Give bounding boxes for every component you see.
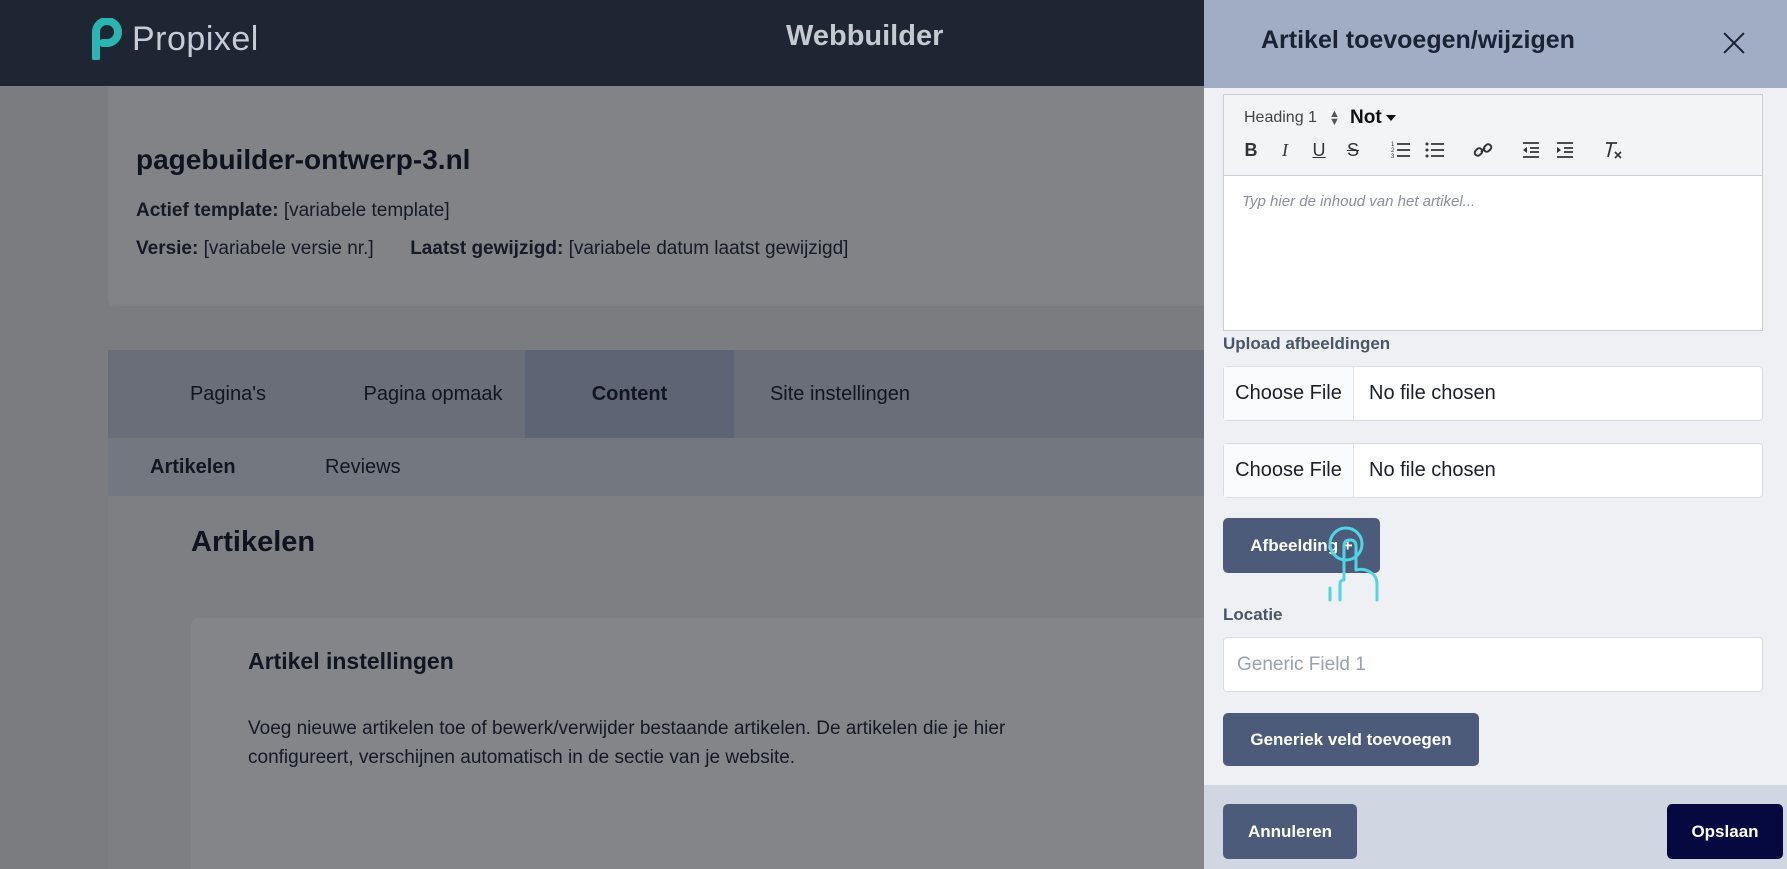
location-label: Locatie [1223,605,1283,624]
generic-field-input[interactable] [1223,637,1763,692]
subtab-artikelen[interactable]: Artikelen [150,438,236,496]
main-tabs: Pagina's Pagina opmaak Content Site inst… [108,350,1208,438]
choose-file-button-2[interactable]: Choose File [1224,444,1354,497]
article-side-panel: Artikel toevoegen/wijzigen Heading 1 ▲ ▼ … [1204,0,1787,869]
app-title: Webbuilder [786,20,944,52]
modified-value: [variabele datum laatst gewijzigd] [568,238,849,259]
sub-tabs: Artikelen Reviews [108,438,1208,496]
logo-icon [90,17,124,62]
outdent-icon[interactable] [1520,139,1542,161]
file-status-1: No file chosen [1369,382,1496,404]
section-heading: Artikelen [191,526,316,558]
add-image-button[interactable]: Afbeelding + [1223,518,1380,573]
upload-label: Upload afbeeldingen [1223,334,1391,353]
propixel-logo[interactable]: Propixel [90,17,259,62]
save-button[interactable]: Opslaan [1667,804,1783,859]
indent-icon[interactable] [1554,139,1576,161]
template-info: Actief template: [variabele template] [136,200,450,222]
link-icon[interactable] [1472,139,1494,161]
template-label: Actief template: [136,200,279,221]
heading-select[interactable]: Heading 1 ▲ ▼ [1244,108,1340,128]
font-select[interactable]: Not [1350,107,1396,129]
tab-content[interactable]: Content [525,350,734,438]
add-generic-field-button[interactable]: Generiek veld toevoegen [1223,713,1479,766]
rich-text-editor: Heading 1 ▲ ▼ Not B I U S 123 Typ hier d… [1223,94,1763,331]
clear-format-icon[interactable] [1602,139,1624,161]
bold-icon[interactable]: B [1240,139,1262,161]
caret-down-icon [1385,115,1396,121]
bullet-list-icon[interactable] [1424,139,1446,161]
version-info: Versie: [variabele versie nr.] Laatst ge… [136,238,848,260]
strikethrough-icon[interactable]: S [1342,139,1364,161]
site-title: pagebuilder-ontwerp-3.nl [136,144,471,175]
version-value: [variabele versie nr.] [203,238,374,259]
panel-header: Artikel toevoegen/wijzigen [1204,0,1787,88]
font-select-value: Not [1350,107,1382,128]
tab-paginas[interactable]: Pagina's [153,350,303,438]
file-status-2: No file chosen [1369,459,1496,481]
heading-select-value: Heading 1 [1244,109,1317,126]
site-info-card [108,86,1208,306]
file-input-2[interactable]: Choose File No file chosen [1223,443,1763,498]
subtab-reviews[interactable]: Reviews [325,438,401,496]
template-value: [variabele template] [283,200,450,221]
editor-content-area[interactable]: Typ hier de inhoud van het artikel... [1242,193,1475,210]
svg-text:3: 3 [1391,154,1395,160]
italic-icon[interactable]: I [1274,139,1296,161]
version-label: Versie: [136,238,199,259]
cancel-button[interactable]: Annuleren [1223,804,1357,859]
ordered-list-icon[interactable]: 123 [1390,139,1412,161]
tab-site-instellingen[interactable]: Site instellingen [760,350,920,438]
modified-label: Laatst gewijzigd: [410,238,564,259]
close-icon[interactable] [1718,27,1750,59]
updown-icon: ▲ ▼ [1328,108,1340,128]
panel-title: Artikel toevoegen/wijzigen [1261,26,1575,54]
underline-icon[interactable]: U [1308,139,1330,161]
logo-text: Propixel [132,19,259,58]
editor-toolbar: Heading 1 ▲ ▼ Not B I U S 123 [1224,95,1762,176]
settings-heading: Artikel instellingen [248,648,454,674]
panel-footer: Annuleren Opslaan [1204,785,1787,869]
settings-description: Voeg nieuwe artikelen toe of bewerk/verw… [248,718,1006,768]
tab-pagina-opmaak[interactable]: Pagina opmaak [340,350,526,438]
file-input-1[interactable]: Choose File No file chosen [1223,366,1763,421]
choose-file-button-1[interactable]: Choose File [1224,367,1354,420]
